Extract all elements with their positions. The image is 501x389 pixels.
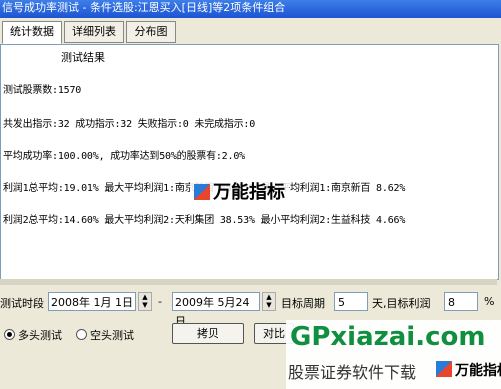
target-period-label: 目标周期 [281,297,325,310]
target-profit-label: 天,目标利润 [372,297,431,310]
gp-logo-text: 万能指标 [455,363,501,379]
target-period-input[interactable]: 5 [334,292,368,311]
short-test-radio[interactable] [76,329,87,340]
results-heading: 测试结果 [61,51,105,64]
long-test-label: 多头测试 [18,329,62,342]
percent-label: % [484,295,495,308]
long-test-radio[interactable] [4,329,15,340]
tab-detail-list[interactable]: 详细列表 [64,21,124,43]
end-date-picker[interactable]: 2009年 5月24日 [172,292,260,328]
date-separator: - [158,295,162,308]
horizontal-scrollbar[interactable] [0,279,497,285]
period-label: 测试时段 [0,297,44,310]
watermark-logo-icon [194,184,210,200]
gpxiazai-watermark: GPxiazai.com 股票证券软件下载 万能指标 [286,320,501,389]
center-watermark-text: 万能指标 [213,182,285,203]
result-line: 共发出指示:32 成功指示:32 失败指示:0 未完成指示:0 [3,119,256,130]
start-date-spinner[interactable]: ▲ ▼ [138,292,152,311]
params-row: 测试时段 2008年 1月 1日 ▲ ▼ - 2009年 5月24日 ▲ ▼ 目标周… [0,292,501,328]
result-line: 平均成功率:100.00%, 成功率达到50%的股票有:2.0% [3,151,245,162]
end-date-spinner[interactable]: ▲ ▼ [262,292,276,311]
short-test-label: 空头测试 [90,329,134,342]
result-line: 利润2总平均:14.60% 最大平均利润2:天利集团 38.53% 最小平均利润… [3,215,406,226]
start-date-picker[interactable]: 2008年 1月 1日 [48,292,136,311]
gp-domain: GPxiazai.com [290,322,486,352]
gp-logo: 万能指标 [436,360,501,380]
result-line: 测试股票数:1570 [3,85,82,96]
tab-statistics[interactable]: 统计数据 [2,21,62,44]
results-panel: 测试结果 测试股票数:1570 共发出指示:32 成功指示:32 失败指示:0 … [0,44,499,280]
center-watermark: 万能指标 [190,178,289,204]
gp-tagline: 股票证券软件下载 [288,363,417,382]
tab-distribution[interactable]: 分布图 [126,21,176,43]
gp-logo-icon [436,361,452,377]
window-title: 信号成功率测试 - 条件选股:江恩买入[日线]等2项条件组合 [0,0,501,18]
copy-button[interactable]: 拷贝 [172,323,244,344]
target-profit-input[interactable]: 8 [444,292,478,311]
